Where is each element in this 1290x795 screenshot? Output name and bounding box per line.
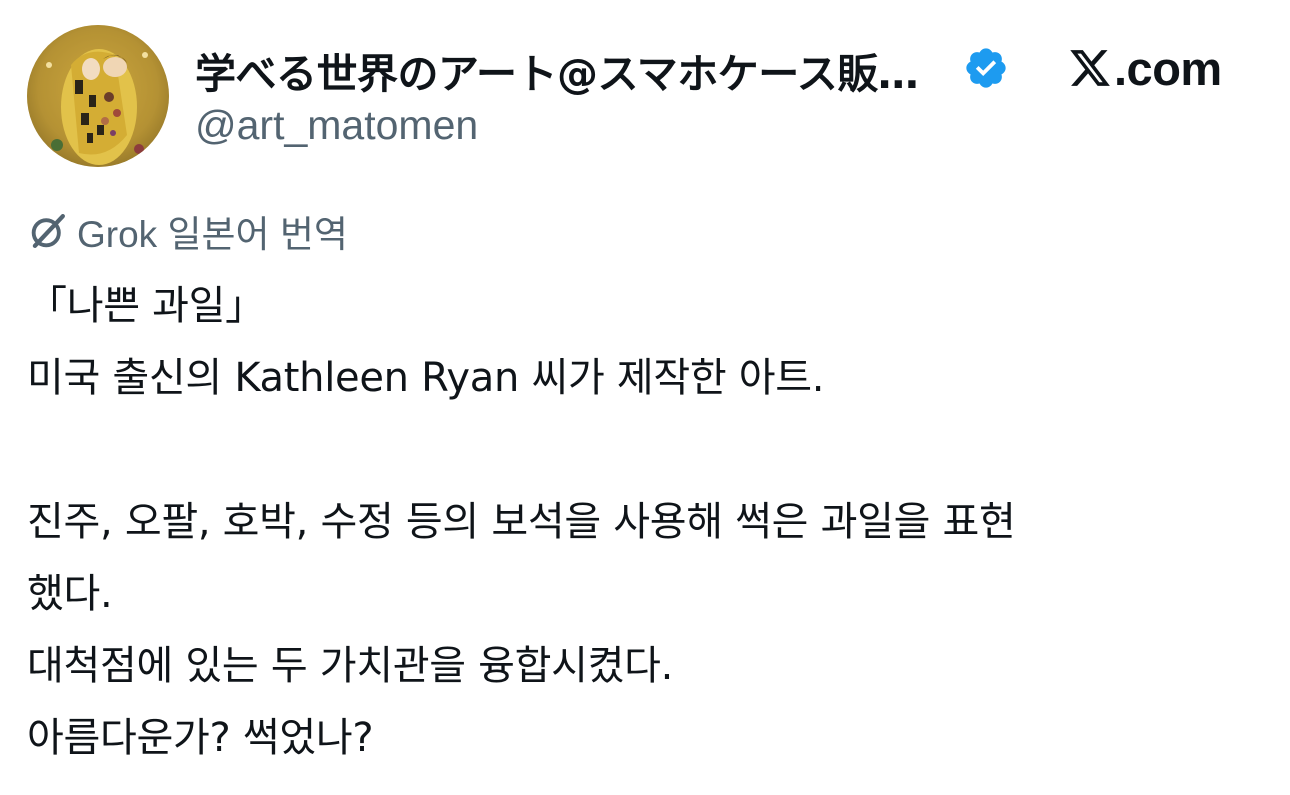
tweet-line: 대척점에 있는 두 가치관을 융합시켰다.: [27, 643, 674, 689]
translation-label: Grok 일본어 번역: [77, 214, 348, 255]
tweet-line: 진주, 오팔, 호박, 수정 등의 보석을 사용해 썩은 과일을 표현: [27, 499, 1016, 545]
tweet-line: 「나쁜 과일」: [27, 283, 265, 329]
tweet-line: 아름다운가? 썩었나?: [27, 715, 374, 761]
x-logo-icon: [1070, 50, 1110, 86]
author-handle[interactable]: @art_matomen: [195, 102, 478, 149]
verified-badge-icon: [963, 45, 1009, 91]
brand-watermark: .com: [1068, 40, 1222, 96]
tweet-text: 「나쁜 과일」 미국 출신의 Kathleen Ryan 씨가 제작한 아트. …: [27, 270, 1277, 774]
author-display-name[interactable]: 学べる世界のアート@スマホケース販…: [195, 40, 919, 100]
translation-indicator[interactable]: Grok 일본어 번역: [27, 208, 348, 255]
tweet-header: 学べる世界のアート@スマホケース販… @art_matomen .com: [0, 0, 1290, 180]
brand-domain-text: .com: [1114, 41, 1222, 95]
author-avatar[interactable]: [27, 25, 169, 167]
painting-avatar-icon: [27, 25, 169, 167]
tweet-line: 했다.: [27, 571, 113, 617]
grok-icon: [31, 214, 65, 248]
tweet-line: 미국 출신의 Kathleen Ryan 씨가 제작한 아트.: [27, 355, 825, 401]
